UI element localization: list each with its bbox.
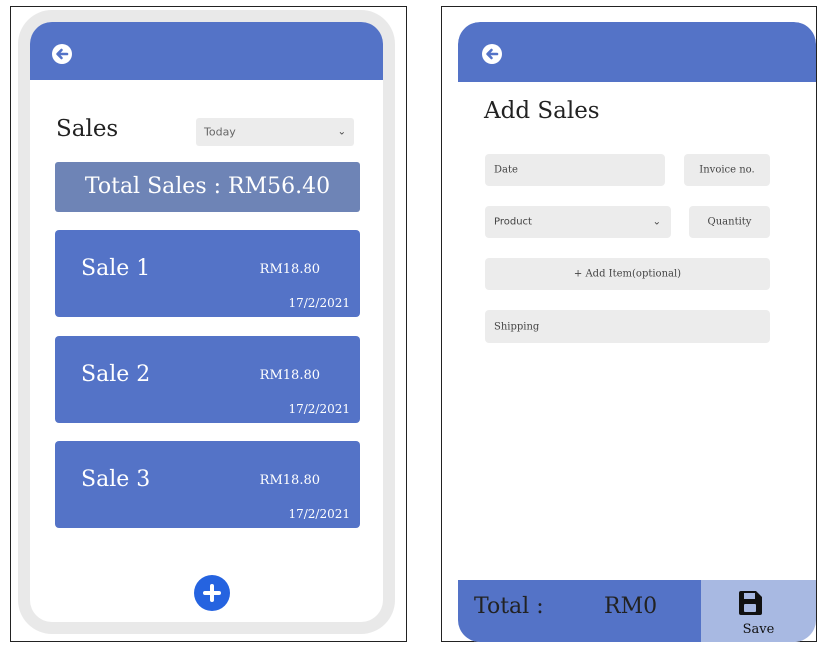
add-sales-footer: Total : RM0 Save	[458, 580, 816, 642]
sale-name: Sale 3	[81, 467, 151, 492]
sale-name: Sale 1	[81, 256, 151, 281]
sale-date: 17/2/2021	[288, 296, 350, 310]
add-item-label: + Add Item(optional)	[573, 268, 682, 280]
add-sale-button[interactable]	[194, 575, 230, 611]
product-select[interactable]: Product ⌄	[485, 206, 671, 238]
sales-screen: Sales Today ⌄ Total Sales : RM56.40 Sale…	[30, 22, 383, 622]
add-item-button[interactable]: + Add Item(optional)	[485, 258, 770, 290]
quantity-field[interactable]: Quantity	[689, 206, 770, 238]
page-title: Sales	[56, 116, 119, 142]
total-label: Total :	[474, 594, 544, 619]
add-sales-phone: Add Sales Date Invoice no. Product ⌄ Qua…	[458, 22, 816, 642]
sale-card[interactable]: Sale 2 RM18.80 17/2/2021	[55, 336, 360, 423]
sale-amount: RM18.80	[259, 262, 320, 277]
save-icon	[739, 591, 762, 615]
sale-amount: RM18.80	[259, 473, 320, 488]
sale-date: 17/2/2021	[288, 507, 350, 521]
invoice-field-placeholder: Invoice no.	[699, 164, 755, 176]
page-title: Add Sales	[484, 98, 600, 124]
date-filter-value: Today	[204, 125, 236, 139]
total-value: RM0	[604, 594, 658, 619]
date-filter-select[interactable]: Today ⌄	[196, 118, 354, 146]
invoice-field[interactable]: Invoice no.	[684, 154, 770, 186]
date-field-placeholder: Date	[494, 164, 518, 176]
date-field[interactable]: Date	[485, 154, 665, 186]
sale-name: Sale 2	[81, 362, 151, 387]
back-arrow-icon	[486, 48, 499, 60]
back-button[interactable]	[482, 44, 502, 64]
back-button[interactable]	[52, 44, 72, 64]
sale-date: 17/2/2021	[288, 402, 350, 416]
sale-card[interactable]: Sale 3 RM18.80 17/2/2021	[55, 441, 360, 528]
chevron-down-icon: ⌄	[652, 216, 661, 228]
save-label: Save	[742, 622, 775, 637]
shipping-field[interactable]: Shipping	[485, 310, 770, 343]
shipping-field-placeholder: Shipping	[494, 321, 540, 332]
plus-icon	[203, 584, 221, 602]
sales-header	[30, 22, 383, 80]
add-sales-header	[458, 22, 816, 82]
sales-phone: Sales Today ⌄ Total Sales : RM56.40 Sale…	[18, 10, 395, 634]
back-arrow-icon	[56, 48, 69, 60]
quantity-field-placeholder: Quantity	[707, 216, 752, 228]
product-select-value: Product	[494, 216, 532, 228]
save-button[interactable]: Save	[701, 580, 816, 642]
sale-card[interactable]: Sale 1 RM18.80 17/2/2021	[55, 230, 360, 317]
chevron-down-icon: ⌄	[337, 126, 346, 138]
total-sales-box: Total Sales : RM56.40	[55, 162, 360, 212]
total-bar: Total : RM0	[458, 580, 701, 642]
sale-amount: RM18.80	[259, 368, 320, 383]
